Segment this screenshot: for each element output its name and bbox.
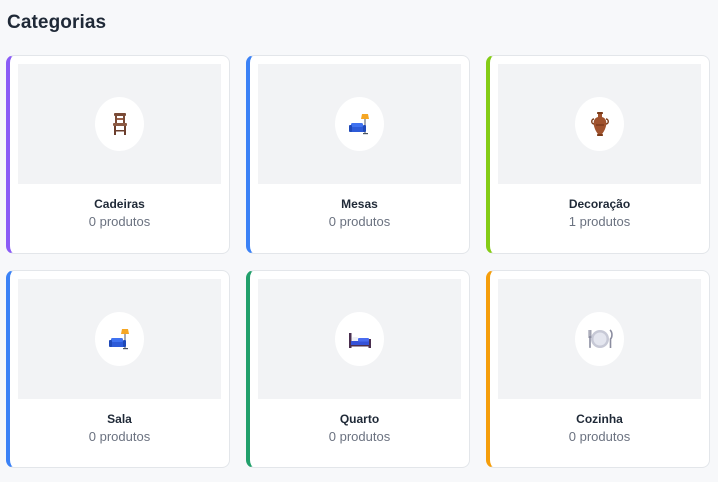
category-name: Cozinha <box>576 412 623 426</box>
icon-circle <box>335 312 384 366</box>
category-image-placeholder <box>258 64 461 184</box>
category-image-placeholder <box>498 279 701 399</box>
category-product-count: 0 produtos <box>328 429 391 444</box>
category-product-count: 0 produtos <box>568 429 631 444</box>
category-name: Quarto <box>339 412 380 426</box>
chair-icon <box>110 112 130 136</box>
icon-circle <box>575 312 624 366</box>
category-card-cozinha[interactable]: Cozinha 0 produtos <box>486 270 710 468</box>
category-card-quarto[interactable]: Quarto 0 produtos <box>246 270 470 468</box>
category-card-sala[interactable]: Sala 0 produtos <box>6 270 230 468</box>
category-name: Decoração <box>568 197 631 211</box>
category-name: Sala <box>107 412 132 426</box>
couch-lamp-icon <box>348 112 372 136</box>
category-card-mesas[interactable]: Mesas 0 produtos <box>246 55 470 254</box>
categories-page: Categorias Cadeiras 0 produtos Mesas 0 p… <box>0 0 718 482</box>
category-name: Mesas <box>341 197 378 211</box>
couch-lamp-icon <box>108 327 132 351</box>
category-grid: Cadeiras 0 produtos Mesas 0 produtos Dec… <box>6 55 710 468</box>
plate-icon <box>587 327 613 351</box>
category-image-placeholder <box>18 64 221 184</box>
bed-icon <box>347 328 373 350</box>
category-image-placeholder <box>18 279 221 399</box>
category-image-placeholder <box>258 279 461 399</box>
category-product-count: 0 produtos <box>328 214 391 229</box>
category-image-placeholder <box>498 64 701 184</box>
category-product-count: 0 produtos <box>88 214 151 229</box>
category-card-decoracao[interactable]: Decoração 1 produtos <box>486 55 710 254</box>
category-product-count: 0 produtos <box>88 429 151 444</box>
icon-circle <box>95 312 144 366</box>
category-product-count: 1 produtos <box>568 214 631 229</box>
page-title: Categorias <box>7 12 107 33</box>
category-name: Cadeiras <box>94 197 145 211</box>
vase-icon <box>590 111 610 137</box>
category-card-cadeiras[interactable]: Cadeiras 0 produtos <box>6 55 230 254</box>
icon-circle <box>335 97 384 151</box>
icon-circle <box>95 97 144 151</box>
icon-circle <box>575 97 624 151</box>
